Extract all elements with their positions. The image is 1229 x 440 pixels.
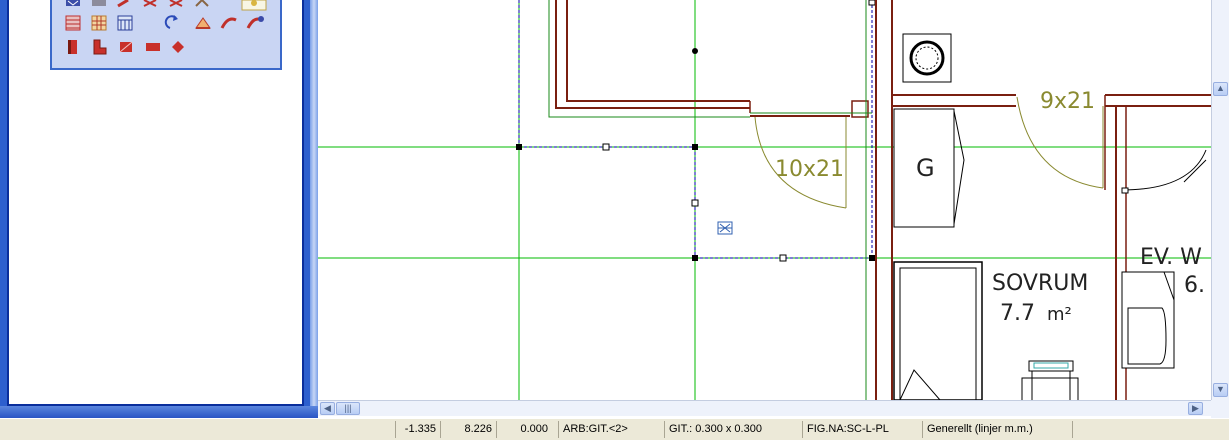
horizontal-scroll-thumb[interactable]: ||| [336, 402, 360, 415]
selected-tool-icon[interactable] [241, 0, 267, 11]
room-partial-area: 6. [1184, 273, 1205, 298]
chair-symbol [1021, 360, 1079, 400]
status-figure: FIG.NA:SC-L-PL [802, 421, 922, 438]
status-linetype: Generellt (linjer m.m.) [922, 421, 1072, 438]
status-empty-cell [1072, 421, 1229, 438]
arc-brush-icon[interactable] [220, 17, 237, 29]
gray-block-icon[interactable] [92, 0, 106, 6]
status-x-coordinate: -1.335 [395, 421, 440, 438]
drawing-canvas[interactable]: 10x21 9x21 G SOVRUM 7.7 m² EV. W 6. [318, 0, 1211, 400]
left-panel [0, 0, 318, 418]
shower-arc [1121, 149, 1207, 194]
mid-handle[interactable] [691, 199, 699, 207]
fill-pattern-icon[interactable] [66, 0, 80, 6]
room-area-unit: m² [1047, 304, 1072, 325]
corner-wall-icon[interactable] [93, 39, 107, 55]
appliance-label: G [916, 154, 935, 182]
window-grid-icon[interactable] [117, 15, 133, 31]
triangle-icon[interactable] [195, 0, 209, 7]
tool-palette [50, 0, 282, 70]
scroll-left-icon[interactable]: ◀ [320, 402, 335, 415]
mid-handle[interactable] [602, 143, 610, 151]
status-bar: -1.335 8.226 0.000 ARB:GIT.<2> GIT.: 0.3… [0, 418, 1229, 440]
mid-handle[interactable] [868, 0, 876, 6]
washbasin-symbol [1121, 271, 1175, 369]
center-point[interactable] [692, 48, 698, 54]
diamond-icon[interactable] [172, 41, 184, 53]
vertical-scrollbar[interactable]: ▲ ▼ [1211, 0, 1229, 400]
status-z-coordinate: 0.000 [496, 421, 552, 438]
scroll-up-icon[interactable]: ▲ [1213, 82, 1228, 96]
pencil-icon[interactable] [117, 0, 129, 8]
mid-handle[interactable] [779, 254, 787, 262]
tool-palette-icons [65, 0, 267, 55]
corner-handle[interactable] [692, 144, 698, 150]
hatch-x-icon[interactable] [143, 0, 157, 7]
door-label-10x21: 10x21 [775, 157, 844, 182]
horizontal-scrollbar[interactable]: ◀ ||| ▶ [318, 400, 1211, 416]
corner-handle[interactable] [692, 255, 698, 261]
room-name: SOVRUM [992, 271, 1088, 296]
guide-lines [318, 0, 1211, 400]
status-y-coordinate: 8.226 [440, 421, 496, 438]
scroll-corner [1211, 400, 1229, 418]
status-grid: GIT.: 0.300 x 0.300 [664, 421, 802, 438]
roof-icon[interactable] [195, 17, 211, 29]
stair-icon[interactable] [119, 41, 133, 53]
scroll-down-icon[interactable]: ▼ [1213, 383, 1228, 397]
door-frame-icon[interactable] [68, 40, 77, 54]
left-panel-footer [0, 406, 318, 418]
anchor-marker-icon[interactable] [717, 221, 733, 235]
rotate-arrow-icon[interactable] [164, 15, 178, 29]
door-label-9x21: 9x21 [1040, 89, 1095, 114]
corner-handle[interactable] [869, 255, 875, 261]
room-partial-name: EV. W [1140, 245, 1202, 270]
corner-handle[interactable] [516, 144, 522, 150]
chimney-symbol [902, 33, 952, 83]
arc-brush-alt-icon[interactable] [246, 16, 264, 29]
scroll-right-icon[interactable]: ▶ [1188, 402, 1203, 415]
hatch-grid-icon[interactable] [65, 15, 81, 31]
closet-symbol [893, 261, 983, 400]
panel-splitter[interactable] [310, 0, 318, 418]
hatch-x-alt-icon[interactable] [169, 0, 183, 7]
room-area-value: 7.7 [1000, 301, 1035, 326]
vertical-wall [865, 0, 893, 400]
slab-icon[interactable] [146, 43, 160, 51]
status-layer: ARB:GIT.<2> [558, 421, 664, 438]
wall-block [548, 0, 872, 118]
